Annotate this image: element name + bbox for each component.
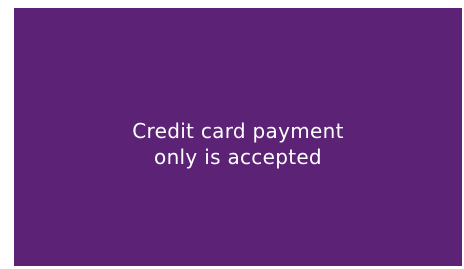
payment-notice-message: Credit card payment only is accepted bbox=[132, 118, 343, 170]
payment-notice-screen: Credit card payment only is accepted bbox=[14, 8, 462, 266]
payment-notice-line-2: only is accepted bbox=[154, 145, 322, 169]
payment-notice-line-1: Credit card payment bbox=[132, 119, 344, 143]
